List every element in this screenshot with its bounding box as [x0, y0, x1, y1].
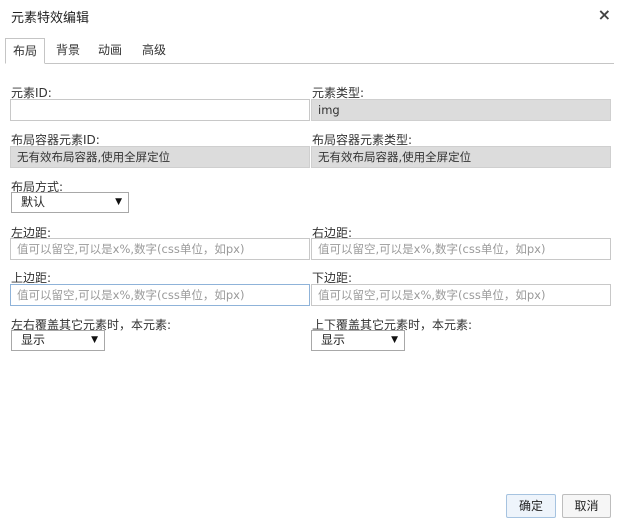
margin-bottom-input[interactable]	[311, 284, 611, 306]
dialog-titlebar: 元素特效编辑 ×	[0, 0, 619, 32]
container-type-field: 无有效布局容器,使用全屏定位	[311, 146, 611, 168]
h-overlap-select[interactable]: 显示 ▼	[11, 330, 105, 351]
element-id-input[interactable]	[10, 99, 310, 121]
tab-bar: 布局 背景 动画 高级	[5, 38, 614, 64]
ok-button[interactable]: 确定	[506, 494, 556, 518]
chevron-down-icon: ▼	[391, 335, 398, 345]
tab-animation[interactable]: 动画	[91, 38, 129, 62]
container-id-field: 无有效布局容器,使用全屏定位	[10, 146, 310, 168]
margin-right-input[interactable]	[311, 238, 611, 260]
chevron-down-icon: ▼	[115, 197, 122, 207]
v-overlap-select[interactable]: 显示 ▼	[311, 330, 405, 351]
tab-advanced[interactable]: 高级	[135, 38, 173, 62]
h-overlap-value: 显示	[21, 333, 46, 347]
chevron-down-icon: ▼	[91, 335, 98, 345]
tab-background[interactable]: 背景	[49, 38, 87, 62]
dialog-title: 元素特效编辑	[11, 11, 90, 26]
close-icon[interactable]: ×	[598, 6, 611, 24]
element-type-field: img	[311, 99, 611, 121]
margin-top-input[interactable]	[10, 284, 310, 306]
cancel-button[interactable]: 取消	[562, 494, 611, 518]
v-overlap-value: 显示	[321, 333, 346, 347]
layout-mode-select[interactable]: 默认 ▼	[11, 192, 129, 213]
margin-left-input[interactable]	[10, 238, 310, 260]
tab-layout[interactable]: 布局	[5, 38, 46, 64]
layout-mode-value: 默认	[21, 195, 46, 209]
